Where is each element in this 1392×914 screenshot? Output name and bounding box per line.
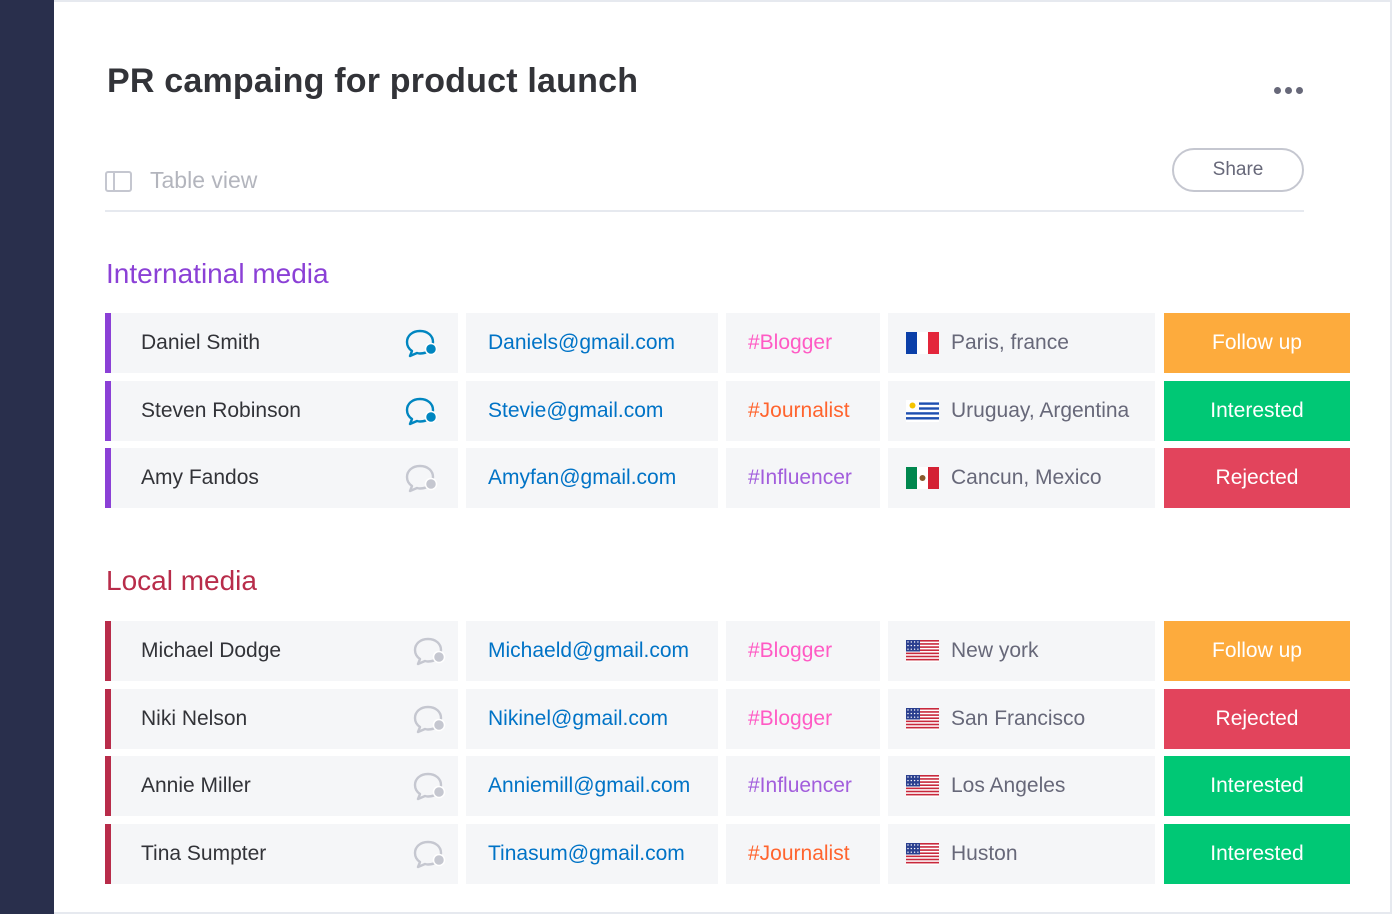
contact-name: Steven Robinson (141, 399, 301, 422)
status-badge[interactable]: Follow up (1164, 313, 1350, 373)
share-button[interactable]: Share (1172, 148, 1304, 192)
status-badge[interactable]: Rejected (1164, 448, 1350, 508)
more-options-icon[interactable] (1268, 78, 1308, 102)
email-cell[interactable]: Daniels@gmail.com (466, 313, 718, 373)
table-row[interactable]: Amy Fandos Amyfan@gmail.com #Influencer Can… (105, 448, 1350, 508)
email-cell[interactable]: Michaeld@gmail.com (466, 621, 718, 681)
name-cell[interactable]: Tina Sumpter (105, 824, 458, 884)
chat-bubble-icon[interactable] (413, 704, 447, 734)
group-color-stripe (105, 448, 111, 508)
table-row[interactable]: Tina Sumpter Tinasum@gmail.com #Journalist… (105, 824, 1350, 884)
group-color-stripe (105, 689, 111, 749)
location-text: Los Angeles (951, 774, 1066, 797)
location-text: Cancun, Mexico (951, 466, 1102, 489)
location-cell[interactable]: New york (888, 621, 1155, 681)
location-cell[interactable]: Huston (888, 824, 1155, 884)
group-color-stripe (105, 313, 111, 373)
name-cell[interactable]: Steven Robinson (105, 381, 458, 441)
table-row[interactable]: Annie Miller Anniemill@gmail.com #Influenc… (105, 756, 1350, 816)
location-text: Huston (951, 842, 1018, 865)
usa-flag-icon (906, 640, 939, 662)
usa-flag-icon (906, 775, 939, 797)
group-color-stripe (105, 756, 111, 816)
tag-cell[interactable]: #Influencer (726, 756, 880, 816)
contact-name: Annie Miller (141, 774, 251, 797)
table-row[interactable]: Daniel Smith Daniels@gmail.com #Blogger Par… (105, 313, 1350, 373)
contact-name: Tina Sumpter (141, 842, 267, 865)
group-color-stripe (105, 824, 111, 884)
table-row[interactable]: Steven Robinson Stevie@gmail.com #Journali… (105, 381, 1350, 441)
usa-flag-icon (906, 843, 939, 865)
france-flag-icon (906, 332, 939, 354)
uruguay-flag-icon (906, 400, 939, 422)
status-badge[interactable]: Interested (1164, 756, 1350, 816)
contact-name: Niki Nelson (141, 707, 248, 730)
tag-cell[interactable]: #Blogger (726, 621, 880, 681)
status-badge[interactable]: Interested (1164, 824, 1350, 884)
mexico-flag-icon (906, 467, 939, 489)
usa-flag-icon (906, 708, 939, 730)
email-cell[interactable]: Anniemill@gmail.com (466, 756, 718, 816)
location-cell[interactable]: Uruguay, Argentina (888, 381, 1155, 441)
chat-bubble-icon[interactable] (405, 463, 439, 493)
tag-cell[interactable]: #Journalist (726, 381, 880, 441)
contact-name: Amy Fandos (141, 466, 259, 489)
location-text: San Francisco (951, 707, 1086, 730)
name-cell[interactable]: Amy Fandos (105, 448, 458, 508)
table-row[interactable]: Michael Dodge Michaeld@gmail.com #Blogger N… (105, 621, 1350, 681)
status-badge[interactable]: Interested (1164, 381, 1350, 441)
chat-bubble-icon[interactable] (413, 771, 447, 801)
name-cell[interactable]: Niki Nelson (105, 689, 458, 749)
group-title-international[interactable]: Internatinal media (106, 258, 329, 290)
table-view-tab[interactable]: Table view (150, 167, 257, 194)
table-view-icon[interactable] (105, 171, 132, 192)
tag-cell[interactable]: #Journalist (726, 824, 880, 884)
table-row[interactable]: Niki Nelson Nikinel@gmail.com #Blogger San … (105, 689, 1350, 749)
tag-cell[interactable]: #Influencer (726, 448, 880, 508)
left-sidebar (0, 0, 54, 914)
chat-bubble-icon[interactable] (413, 839, 447, 869)
name-cell[interactable]: Annie Miller (105, 756, 458, 816)
board-title: PR campaing for product launch (107, 62, 639, 100)
group-title-local[interactable]: Local media (106, 565, 257, 597)
location-cell[interactable]: Paris, france (888, 313, 1155, 373)
status-badge[interactable]: Follow up (1164, 621, 1350, 681)
status-badge[interactable]: Rejected (1164, 689, 1350, 749)
chat-bubble-icon[interactable] (405, 328, 439, 358)
view-bar: Table view Share (105, 148, 1304, 212)
tag-cell[interactable]: #Blogger (726, 689, 880, 749)
email-cell[interactable]: Amyfan@gmail.com (466, 448, 718, 508)
contact-name: Daniel Smith (141, 331, 261, 354)
name-cell[interactable]: Michael Dodge (105, 621, 458, 681)
group-color-stripe (105, 381, 111, 441)
location-cell[interactable]: Los Angeles (888, 756, 1155, 816)
email-cell[interactable]: Nikinel@gmail.com (466, 689, 718, 749)
email-cell[interactable]: Tinasum@gmail.com (466, 824, 718, 884)
tag-cell[interactable]: #Blogger (726, 313, 880, 373)
location-text: Uruguay, Argentina (951, 399, 1130, 422)
chat-bubble-icon[interactable] (405, 396, 439, 426)
location-text: Paris, france (951, 331, 1069, 354)
name-cell[interactable]: Daniel Smith (105, 313, 458, 373)
location-text: New york (951, 639, 1039, 662)
location-cell[interactable]: San Francisco (888, 689, 1155, 749)
group-color-stripe (105, 621, 111, 681)
contact-name: Michael Dodge (141, 639, 282, 662)
chat-bubble-icon[interactable] (413, 636, 447, 666)
email-cell[interactable]: Stevie@gmail.com (466, 381, 718, 441)
location-cell[interactable]: Cancun, Mexico (888, 448, 1155, 508)
